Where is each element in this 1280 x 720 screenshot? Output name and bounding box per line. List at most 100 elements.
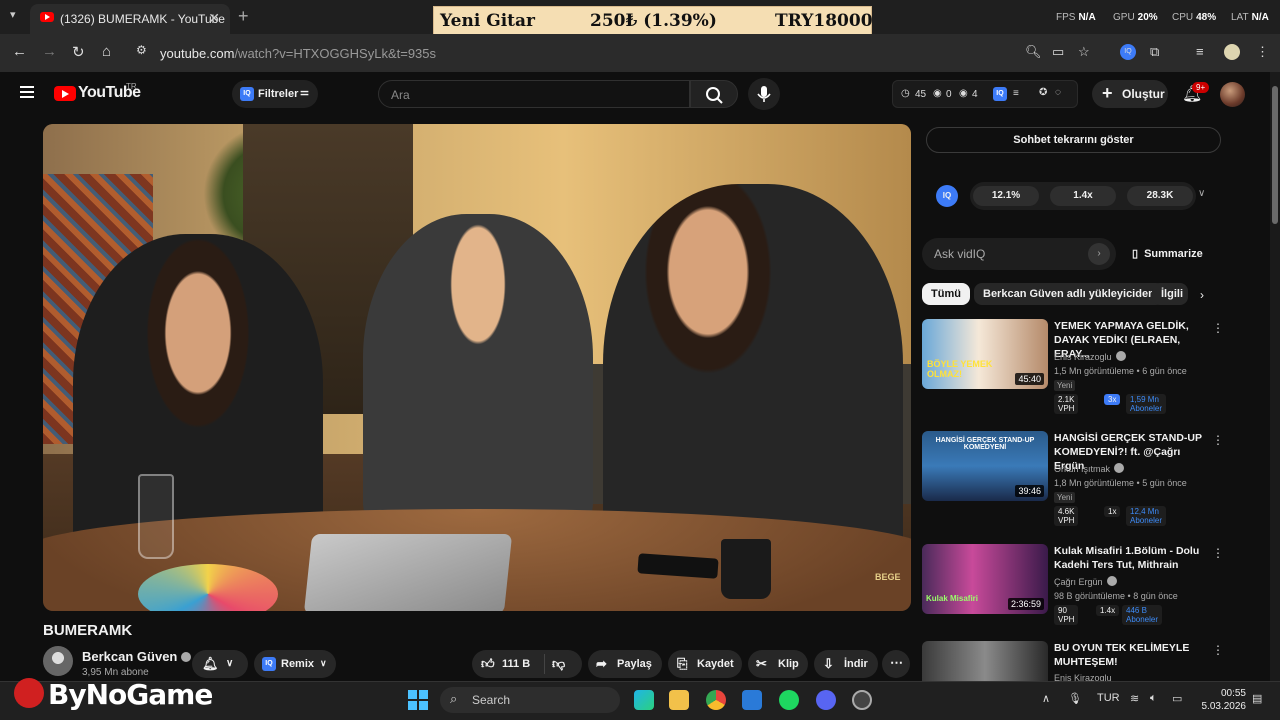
recommendation-item[interactable]: BÖYLE YEMEK OLMAZ! 45:40 YEMEK YAPMAYA G… <box>922 319 1224 419</box>
vidiq-logo-icon[interactable]: IQ <box>936 185 958 207</box>
scrollbar-thumb[interactable] <box>1272 86 1278 224</box>
site-info-icon[interactable]: ⚙ <box>136 43 147 57</box>
steam-icon[interactable] <box>852 690 872 710</box>
discord-icon[interactable] <box>816 690 836 710</box>
recommendation-channel[interactable]: Enis Kirazoglu <box>1054 673 1112 681</box>
dislike-icon[interactable]: 👎︎ <box>552 656 565 672</box>
vidiq-extension-icon[interactable]: IQ <box>1120 44 1136 60</box>
browser-tab[interactable]: (1326) BUMERAMK - YouTube ✕ <box>30 4 230 34</box>
recommendation-channel[interactable]: Orkun Işıtmak <box>1054 463 1125 474</box>
address-bar[interactable]: youtube.com/watch?v=HTXOGGHSyLk&t=935s <box>160 46 436 61</box>
save-button[interactable]: ⎘ Kaydet <box>668 650 742 678</box>
show-chat-replay-button[interactable]: Sohbet tekrarını göster <box>926 127 1221 153</box>
recommendation-thumbnail[interactable]: HANGİSİ GERÇEK STAND-UP KOMEDYENİ 39:46 <box>922 431 1048 501</box>
expand-chevron-icon[interactable]: ∨ <box>1198 188 1205 199</box>
battery-icon[interactable]: ▭ <box>1172 692 1182 705</box>
language-indicator[interactable]: TUR <box>1097 692 1120 704</box>
taskbar-search[interactable]: ⌕ Search <box>440 687 620 713</box>
search-input[interactable]: Ara <box>378 80 690 108</box>
wifi-icon[interactable]: ≋ <box>1130 692 1139 705</box>
bookmark-star-icon[interactable]: ☆ <box>1078 44 1094 60</box>
microphone-tray-icon[interactable]: 🎙︎ <box>1068 692 1082 705</box>
filters-button[interactable]: IQ Filtreler ⚌ <box>232 80 318 108</box>
like-count[interactable]: 111 B <box>502 658 530 670</box>
extensions-icon[interactable]: ⧉ <box>1150 44 1166 60</box>
recommendation-item[interactable]: Kulak Misafiri 2:36:59 Kulak Misafiri 1.… <box>922 544 1224 644</box>
chip-next-icon[interactable]: › <box>1200 288 1204 302</box>
taskbar-clock[interactable]: 00:55 5.03.2026 <box>1198 687 1247 713</box>
recommendation-item[interactable]: BU OYUN TEK KELİMEYLE MUHTEŞEM! Enis Kir… <box>922 641 1222 681</box>
summarize-button[interactable]: ▯ Summarize <box>1132 247 1203 260</box>
eye-icon: ◉ <box>933 88 942 99</box>
new-tab-icon[interactable]: + <box>238 6 249 27</box>
cast-icon[interactable]: ▭ <box>1052 44 1068 60</box>
zoom-icon[interactable]: 🔍︎ <box>1025 44 1042 60</box>
youtube-logo-icon[interactable] <box>54 86 76 101</box>
show-hidden-icons[interactable]: ∧ <box>1042 692 1050 705</box>
media-control-icon[interactable]: ≡ <box>1196 44 1212 60</box>
more-vert-icon[interactable]: ⋮ <box>1212 546 1224 560</box>
notification-center-icon[interactable]: ▤ <box>1252 692 1262 705</box>
home-icon[interactable]: ⌂ <box>102 43 111 60</box>
recommendation-channel[interactable]: Çağrı Ergün <box>1054 576 1117 587</box>
metric-engagement: 12.1% <box>973 186 1039 206</box>
more-actions-button[interactable]: ⋯ <box>882 650 910 678</box>
channel-name[interactable]: Berkcan Güven <box>82 649 192 664</box>
recommendation-title[interactable]: BU OYUN TEK KELİMEYLE MUHTEŞEM! <box>1054 641 1208 669</box>
reload-icon[interactable]: ↻ <box>72 43 85 61</box>
share-label: Paylaş <box>617 658 652 670</box>
search-button[interactable] <box>690 80 738 108</box>
chrome-icon[interactable] <box>706 690 726 710</box>
edge-icon[interactable] <box>634 690 654 710</box>
more-vert-icon[interactable]: ⋮ <box>1212 321 1224 335</box>
new-badge: Yeni <box>1054 492 1076 503</box>
recommendation-thumbnail[interactable]: BÖYLE YEMEK OLMAZ! 45:40 <box>922 319 1048 389</box>
subscription-bell-button[interactable]: 🔔︎ ∨ <box>192 650 248 678</box>
share-button[interactable]: ➦ Paylaş <box>588 650 662 678</box>
store-icon[interactable] <box>742 690 762 710</box>
more-vert-icon[interactable]: ⋮ <box>1212 433 1224 447</box>
browser-tab-strip: ▾ (1326) BUMERAMK - YouTube ✕ + Yeni Git… <box>0 0 1280 35</box>
recommendation-title[interactable]: Kulak Misafiri 1.Bölüm - Dolu Kadehi Ter… <box>1054 544 1208 572</box>
file-explorer-icon[interactable] <box>669 690 689 710</box>
vidiq-icon[interactable]: IQ <box>993 87 1007 101</box>
chip-all[interactable]: Tümü <box>922 283 970 305</box>
voice-search-button[interactable] <box>748 78 780 110</box>
close-tab-icon[interactable]: ✕ <box>208 10 220 27</box>
chip-related[interactable]: İlgili <box>1152 283 1188 305</box>
clip-button[interactable]: ✂ Klip <box>748 650 808 678</box>
channel-avatar[interactable] <box>43 646 73 676</box>
forward-icon[interactable]: → <box>42 43 57 60</box>
award-icon[interactable]: ✪ <box>1039 87 1047 98</box>
ask-submit-button[interactable]: › <box>1088 243 1110 265</box>
like-icon[interactable]: 👍︎ <box>481 656 495 672</box>
chevron-down-icon: ∨ <box>226 658 234 669</box>
chip-from-uploader[interactable]: Berkcan Güven adlı yükleyiciden <box>974 283 1164 305</box>
ask-vidiq-input[interactable]: Ask vidIQ <box>922 238 1116 270</box>
account-avatar[interactable] <box>1220 82 1245 107</box>
download-button[interactable]: ⇩ İndir <box>814 650 878 678</box>
video-title: BUMERAMK <box>43 622 133 639</box>
recommendation-thumbnail[interactable] <box>922 641 1048 681</box>
video-player[interactable]: BEGE <box>43 124 911 611</box>
browser-menu-icon[interactable]: ⋮ <box>1256 44 1272 60</box>
browser-toolbar: ← → ↻ ⌂ ⚙ youtube.com/watch?v=HTXOGGHSyL… <box>0 34 1280 72</box>
recommendation-channel[interactable]: Enis Kirazoglu <box>1054 351 1126 362</box>
volume-icon[interactable]: 🔈︎ <box>1150 692 1157 705</box>
back-icon[interactable]: ← <box>12 43 27 60</box>
vidiq-stats-bar[interactable]: ◷ 45 ◉ 0 ◉ 4 IQ ≡ ✪ ◌ <box>892 80 1078 108</box>
chat-icon[interactable]: ◌ <box>1055 87 1061 98</box>
spotify-icon[interactable] <box>779 690 799 710</box>
create-button[interactable]: + Oluştur <box>1092 80 1168 108</box>
remix-label: Remix <box>281 658 315 670</box>
recommendation-meta: 1,5 Mn görüntüleme • 6 gün önce <box>1054 366 1187 376</box>
tab-search-icon[interactable]: ▾ <box>10 8 16 21</box>
profile-icon[interactable] <box>1224 44 1240 60</box>
windows-start-icon[interactable] <box>408 690 428 710</box>
remix-button[interactable]: IQ Remix ∨ <box>254 650 336 678</box>
list-icon[interactable]: ≡ <box>1013 88 1019 99</box>
menu-icon[interactable] <box>20 86 34 98</box>
recommendation-item[interactable]: HANGİSİ GERÇEK STAND-UP KOMEDYENİ 39:46 … <box>922 431 1224 531</box>
more-vert-icon[interactable]: ⋮ <box>1212 643 1222 657</box>
recommendation-thumbnail[interactable]: Kulak Misafiri 2:36:59 <box>922 544 1048 614</box>
